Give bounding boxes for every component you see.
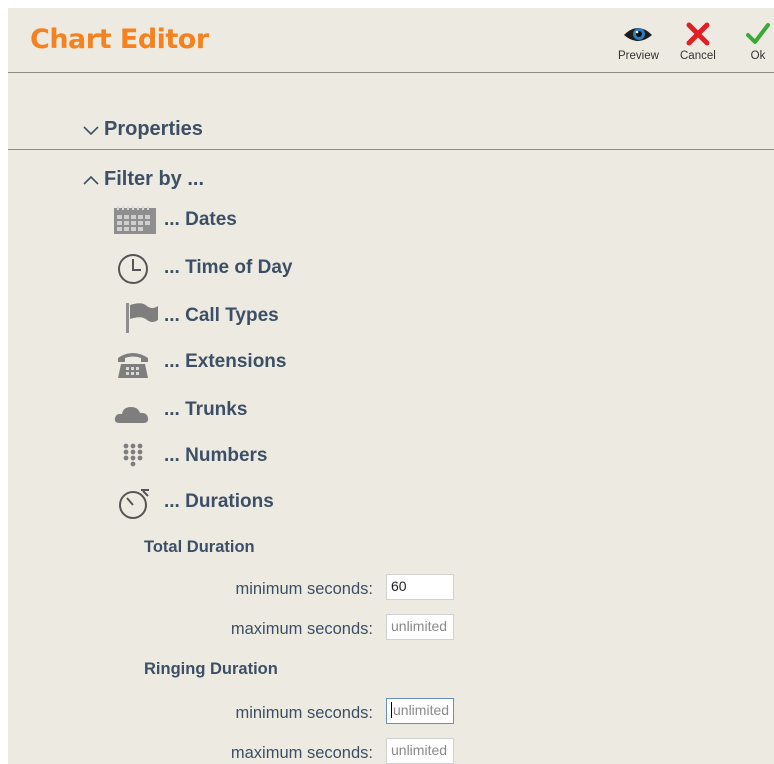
filter-label: Filter by ...	[104, 168, 205, 190]
total-min-label: minimum seconds:	[235, 580, 373, 598]
divider	[8, 72, 774, 73]
filter-dates-label: ... Dates	[164, 209, 237, 230]
preview-label: Preview	[618, 50, 659, 62]
total-max-label: maximum seconds:	[230, 620, 373, 638]
clock-icon	[118, 254, 148, 284]
ringing-min-placeholder: unlimited	[393, 702, 450, 718]
filter-numbers-label: ... Numbers	[164, 445, 268, 466]
filter-durations-label: ... Durations	[164, 491, 274, 512]
properties-section-toggle[interactable]: Properties	[82, 118, 203, 141]
flag-icon	[126, 303, 158, 333]
keypad-icon	[123, 443, 143, 467]
filter-trunks-label: ... Trunks	[164, 399, 248, 420]
editor-header: Chart Editor Preview Cancel Ok	[8, 8, 774, 72]
eye-icon	[624, 28, 653, 41]
ringing-max-label: maximum seconds:	[230, 744, 373, 762]
total-duration-heading: Total Duration	[144, 538, 255, 556]
ringing-min-input[interactable]: unlimited	[386, 698, 454, 724]
chevron-up-icon	[83, 175, 99, 185]
page-title: Chart Editor	[30, 24, 209, 55]
ringing-duration-heading: Ringing Duration	[144, 660, 278, 678]
filter-extensions-label: ... Extensions	[164, 351, 287, 372]
text-caret	[391, 702, 392, 718]
filter-time-of-day-label: ... Time of Day	[164, 257, 293, 278]
telephone-icon	[118, 353, 148, 378]
checkmark-icon	[746, 23, 770, 44]
ok-button[interactable]: Ok	[745, 22, 771, 62]
cancel-label: Cancel	[680, 50, 716, 62]
cloud-icon	[114, 407, 149, 423]
ok-label: Ok	[750, 50, 766, 62]
filter-section-toggle[interactable]: Filter by ...	[82, 168, 204, 191]
close-icon	[686, 22, 710, 46]
preview-button[interactable]: Preview	[618, 22, 659, 62]
chevron-down-icon	[83, 126, 99, 135]
total-max-input[interactable]: unlimited	[386, 614, 454, 640]
ringing-max-input[interactable]: unlimited	[386, 738, 454, 764]
ringing-min-label: minimum seconds:	[235, 704, 373, 722]
stopwatch-icon	[119, 489, 149, 519]
filter-call-types-label: ... Call Types	[164, 305, 279, 326]
properties-label: Properties	[104, 118, 203, 140]
total-min-input[interactable]: 60	[386, 574, 454, 600]
divider	[8, 149, 774, 150]
cancel-button[interactable]: Cancel	[680, 22, 716, 62]
chart-editor-panel: Chart Editor Preview Cancel Ok Propertie…	[8, 8, 774, 764]
calendar-icon	[114, 206, 156, 234]
